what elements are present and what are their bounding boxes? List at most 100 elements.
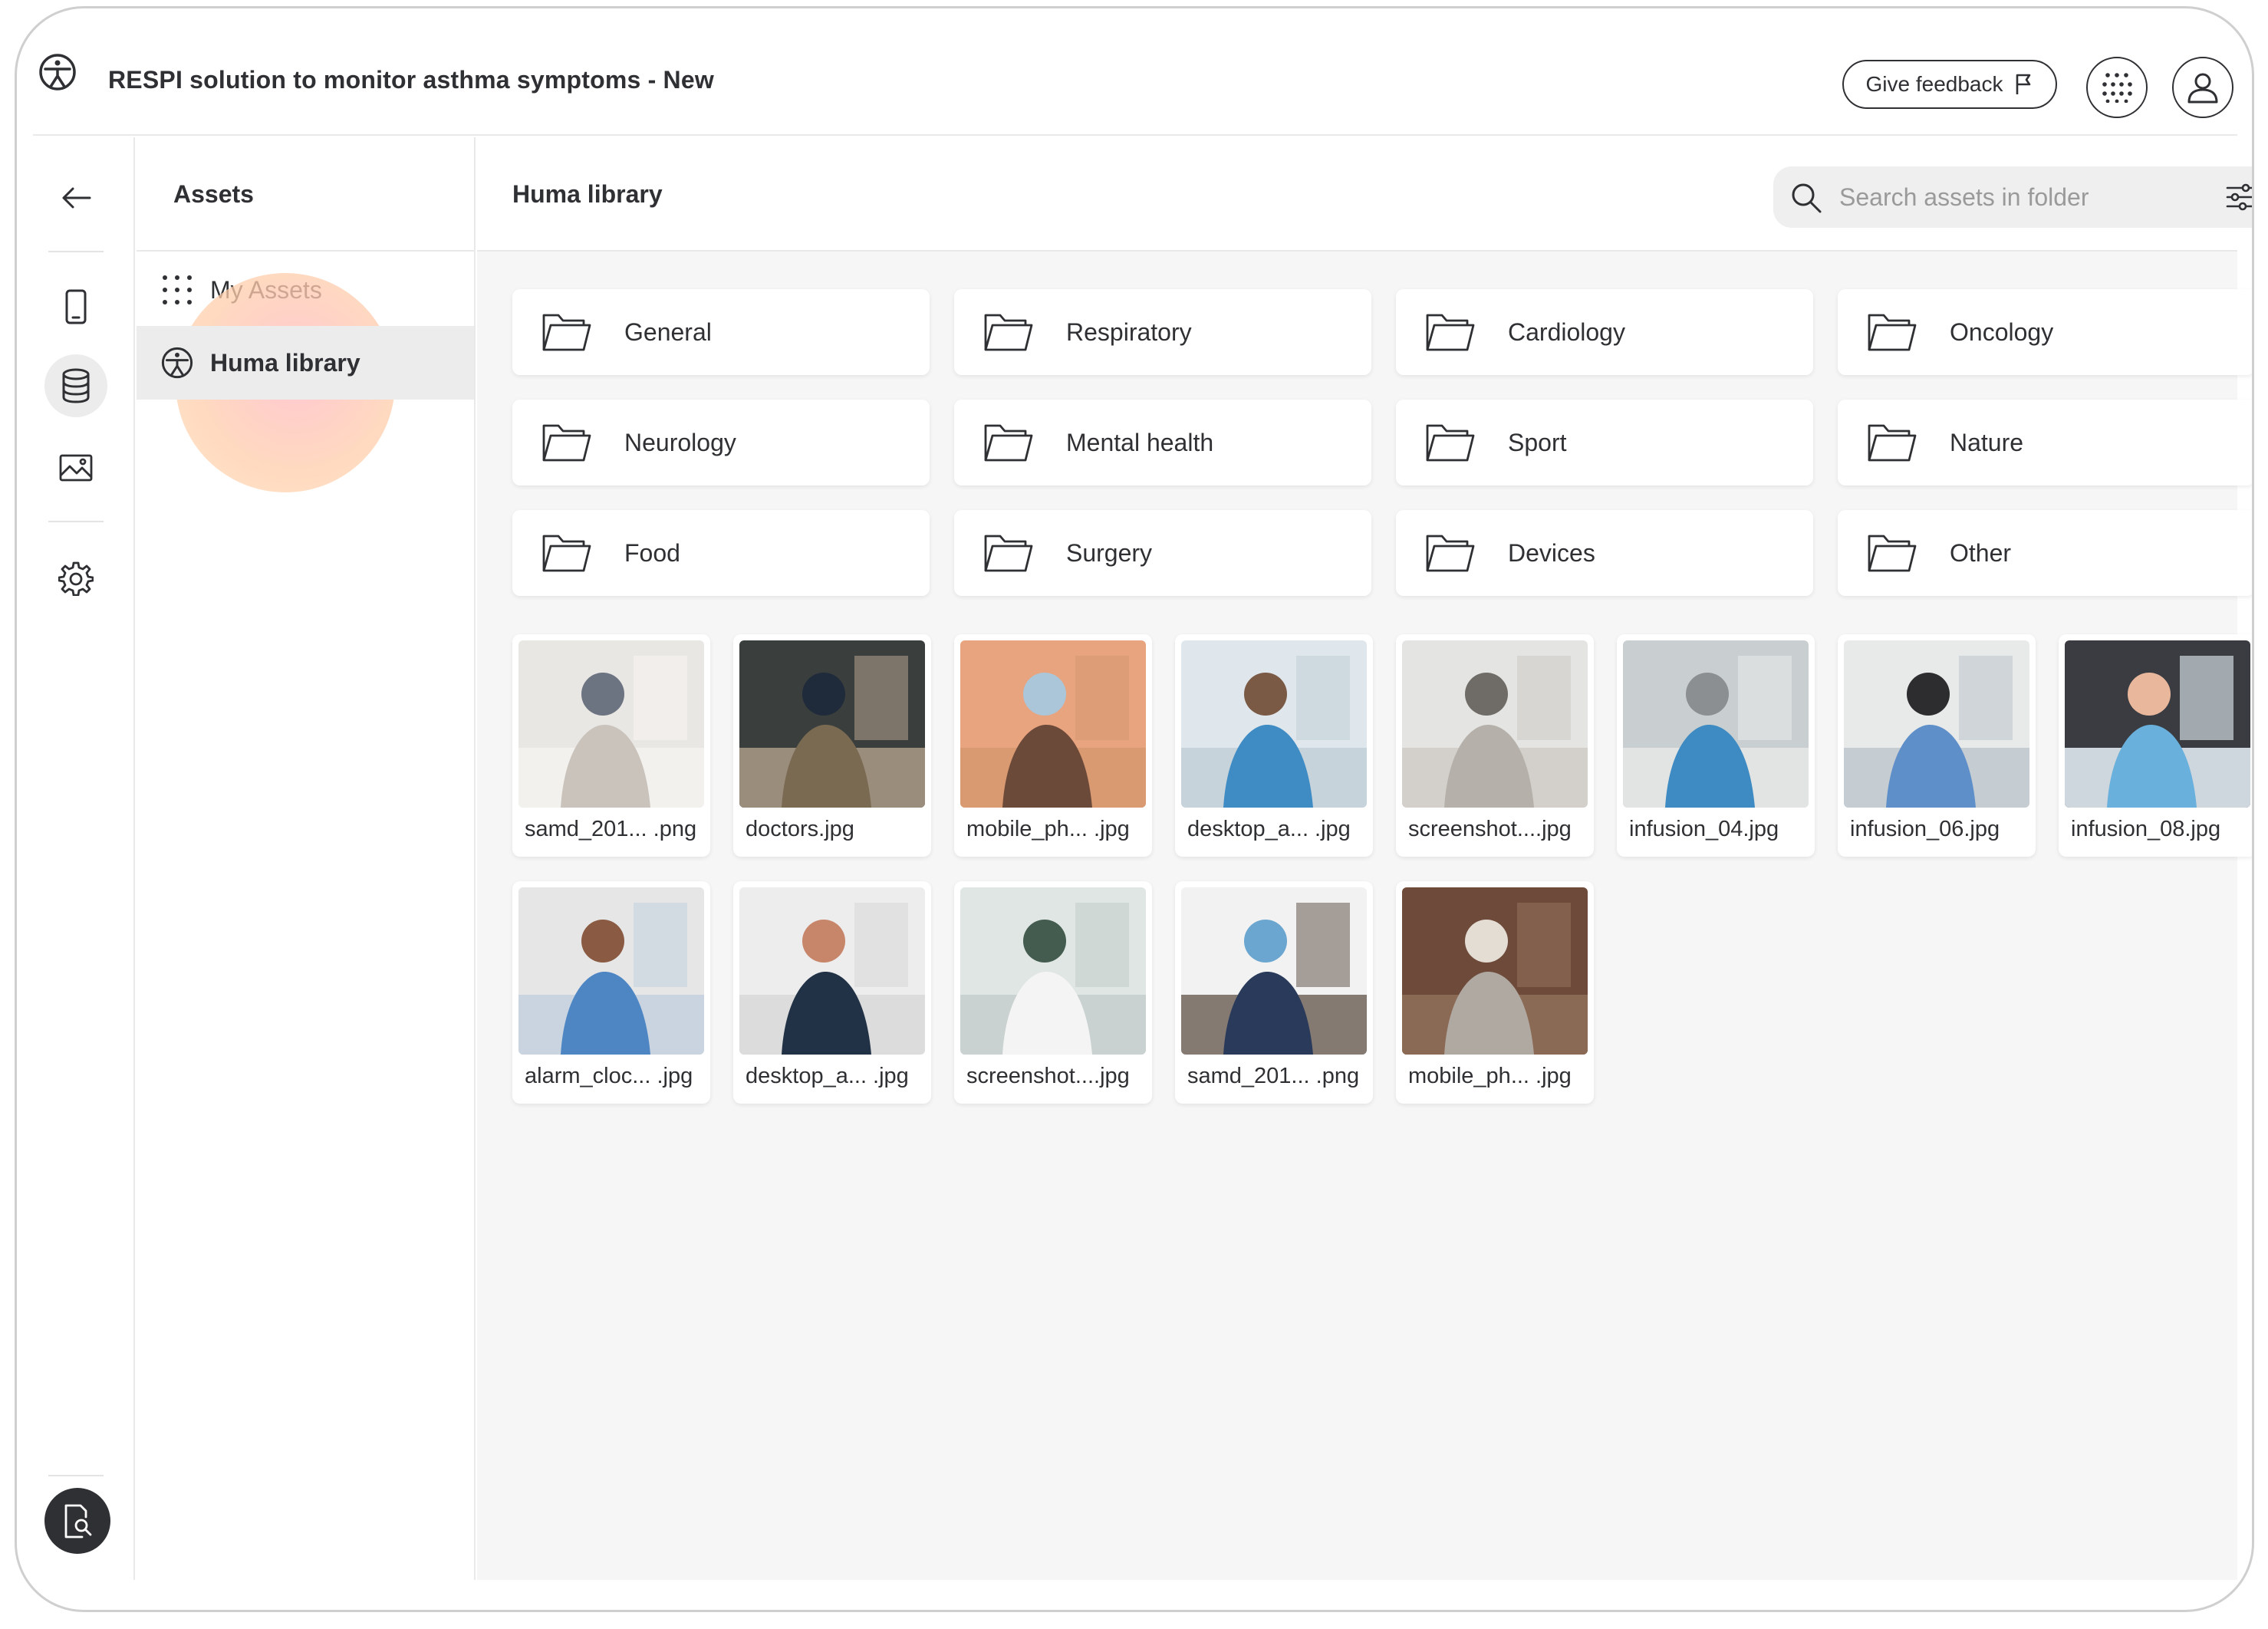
asset-filename: alarm_cloc... .jpg [525, 1064, 693, 1088]
give-feedback-button[interactable]: Give feedback [1842, 60, 2057, 109]
search-input[interactable] [1839, 179, 2207, 216]
folder-label: Other [1950, 538, 2012, 567]
folder-card[interactable]: Devices [1396, 510, 1813, 596]
asset-filename: samd_201... .png [1187, 1064, 1360, 1088]
asset-card[interactable]: mobile_ph... .jpg [1396, 881, 1594, 1104]
asset-review-button[interactable] [44, 1488, 110, 1554]
apps-button[interactable] [2086, 57, 2148, 118]
document-search-icon [64, 1504, 92, 1538]
asset-card[interactable]: screenshot....jpg [1396, 634, 1594, 857]
asset-filename: infusion_06.jpg [1850, 817, 2000, 841]
rail-divider [48, 1475, 104, 1476]
main-content: Huma library General Respiratory [477, 137, 2252, 1580]
folder-label: Mental health [1066, 428, 1214, 456]
asset-card[interactable]: doctors.jpg [733, 634, 931, 857]
asset-card[interactable]: desktop_a... .jpg [733, 881, 931, 1104]
folder-grid: General Respiratory Cardiology Oncology Neur… [512, 289, 2252, 596]
folder-card[interactable]: Mental health [954, 400, 1371, 485]
folder-icon [1425, 423, 1476, 462]
filter-sliders-icon[interactable] [2226, 183, 2254, 211]
folder-card[interactable]: Respiratory [954, 289, 1371, 375]
rail-item-assets[interactable] [44, 354, 107, 417]
asset-card[interactable]: alarm_cloc... .jpg [512, 881, 710, 1104]
folder-card[interactable]: Cardiology [1396, 289, 1813, 375]
dots-grid-icon [160, 272, 195, 308]
folder-card[interactable]: Food [512, 510, 930, 596]
asset-thumbnail [1181, 887, 1367, 1055]
rail-item-media[interactable] [44, 436, 107, 499]
asset-filename: infusion_04.jpg [1629, 817, 1779, 841]
rail-divider [48, 251, 104, 252]
asset-card[interactable]: mobile_ph... .jpg [954, 634, 1152, 857]
asset-card[interactable]: infusion_04.jpg [1617, 634, 1815, 857]
folder-icon [983, 423, 1034, 462]
device-frame: RESPI solution to monitor asthma symptom… [15, 6, 2254, 1612]
folder-icon [983, 312, 1034, 352]
asset-card[interactable]: infusion_08.jpg [2059, 634, 2252, 857]
asset-card[interactable]: infusion_06.jpg [1838, 634, 2036, 857]
asset-card[interactable]: samd_201... .png [512, 634, 710, 857]
folder-icon [1867, 423, 1917, 462]
asset-thumbnail [960, 887, 1146, 1055]
folder-label: Neurology [624, 428, 736, 456]
app-window: RESPI solution to monitor asthma symptom… [33, 9, 2252, 1580]
apps-grid-icon [2102, 73, 2132, 103]
arrow-left-icon [62, 187, 91, 209]
sidebar-item-label: My Assets [210, 275, 322, 304]
phone-icon [65, 289, 87, 324]
folder-icon [541, 312, 592, 352]
rail-item-settings[interactable] [44, 547, 107, 610]
folder-icon [1867, 312, 1917, 352]
sidebar-item-my-assets[interactable]: My Assets [137, 253, 474, 327]
profile-button[interactable] [2172, 57, 2233, 118]
search-icon [1792, 183, 1822, 213]
huma-logo-icon [160, 345, 195, 380]
asset-thumbnail [1181, 640, 1367, 808]
asset-card[interactable]: screenshot....jpg [954, 881, 1152, 1104]
gear-icon [58, 561, 94, 596]
folder-label: Food [624, 538, 680, 567]
folder-card[interactable]: Other [1838, 510, 2252, 596]
folder-card[interactable]: Surgery [954, 510, 1371, 596]
asset-filename: desktop_a... .jpg [746, 1064, 909, 1088]
folder-card[interactable]: Neurology [512, 400, 930, 485]
folder-icon [541, 423, 592, 462]
asset-card[interactable]: desktop_a... .jpg [1175, 634, 1373, 857]
folder-icon [1867, 533, 1917, 573]
back-button[interactable] [44, 166, 107, 229]
folder-icon [541, 533, 592, 573]
asset-filename: infusion_08.jpg [2071, 817, 2221, 841]
flag-icon [2016, 74, 2030, 94]
huma-logo-icon[interactable] [38, 52, 77, 92]
asset-thumbnail [739, 887, 925, 1055]
folder-card[interactable]: Sport [1396, 400, 1813, 485]
asset-thumbnail [1402, 887, 1588, 1055]
folder-icon [1425, 533, 1476, 573]
rail-item-app[interactable] [44, 275, 107, 338]
folder-label: General [624, 318, 712, 346]
search-bar [1773, 166, 2254, 228]
asset-thumbnail [960, 640, 1146, 808]
folder-label: Respiratory [1066, 318, 1192, 346]
database-icon [62, 368, 90, 403]
folder-icon [983, 533, 1034, 573]
sidebar-header: Assets [137, 137, 474, 252]
folder-card[interactable]: Nature [1838, 400, 2252, 485]
folder-label: Oncology [1950, 318, 2054, 346]
rail-divider [48, 521, 104, 522]
sidebar-item-label: Huma library [210, 348, 360, 377]
folder-card[interactable]: Oncology [1838, 289, 2252, 375]
give-feedback-label: Give feedback [1865, 72, 2003, 96]
page-title: RESPI solution to monitor asthma symptom… [108, 66, 714, 94]
folder-label: Sport [1508, 428, 1567, 456]
user-icon [2187, 73, 2218, 104]
sidebar-item-huma-library[interactable]: Huma library [137, 326, 474, 400]
asset-thumbnail [739, 640, 925, 808]
asset-card[interactable]: samd_201... .png [1175, 881, 1373, 1104]
asset-thumbnail [2065, 640, 2250, 808]
sidebar-title: Assets [173, 180, 254, 208]
assets-sidebar: Assets My Assets Huma library [137, 137, 476, 1580]
folder-card[interactable]: General [512, 289, 930, 375]
main-header: Huma library [477, 137, 2252, 252]
asset-filename: samd_201... .png [525, 817, 697, 841]
